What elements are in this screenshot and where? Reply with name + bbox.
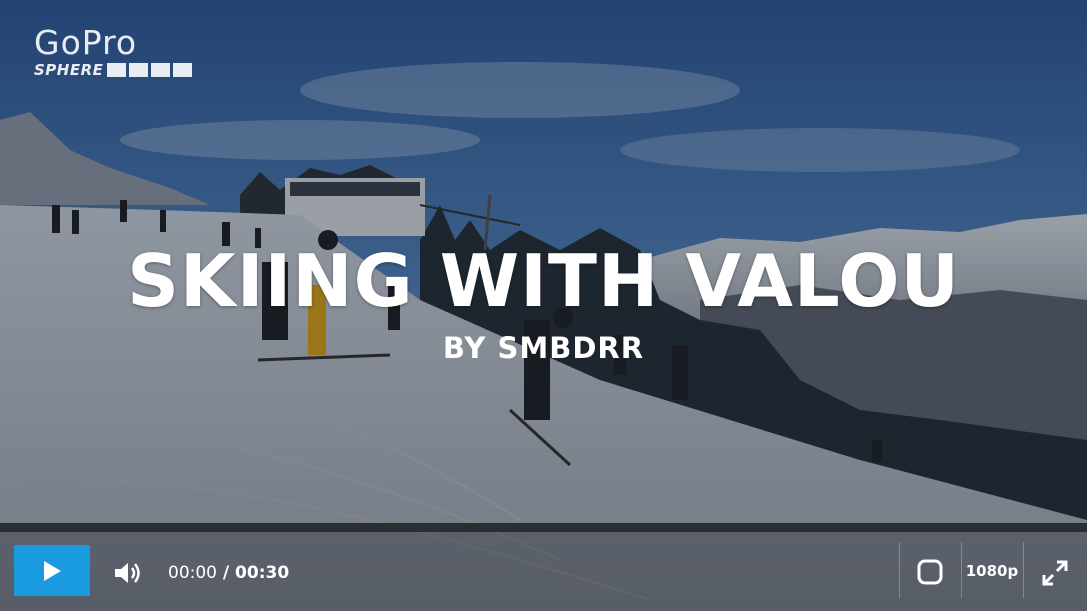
current-time: 00:00 [168,563,217,583]
vr-mode-button[interactable] [914,556,946,588]
play-icon [44,560,61,581]
video-byline: BY SMBDRR [442,331,645,365]
divider [1023,542,1024,598]
volume-icon [115,563,140,583]
vr-headset-icon [917,559,943,585]
logo-sub: SPHERE [34,61,195,79]
fullscreen-button[interactable] [1040,558,1070,588]
control-bar: 00:00 / 00:30 1080p [0,532,1087,611]
logo-wordmark: GoPro [34,23,138,62]
gopro-sphere-logo: GoPro SPHERE [34,26,195,79]
duration: 00:30 [235,563,290,583]
time-display: 00:00 / 00:30 [168,562,289,584]
time-separator: / [217,563,236,583]
logo-blocks [107,63,195,77]
play-button[interactable] [14,545,90,596]
progress-bar[interactable] [0,523,1087,532]
divider [899,542,900,598]
video-title: SKIING WITH VALOU [127,239,960,323]
video-player[interactable]: GoPro SPHERE SKIING WITH VALOU BY SMBDRR… [0,0,1087,611]
logo-sub-text: SPHERE [34,61,104,79]
fullscreen-icon [1042,560,1068,586]
quality-button[interactable]: 1080p [962,558,1022,584]
volume-button[interactable] [112,559,144,587]
